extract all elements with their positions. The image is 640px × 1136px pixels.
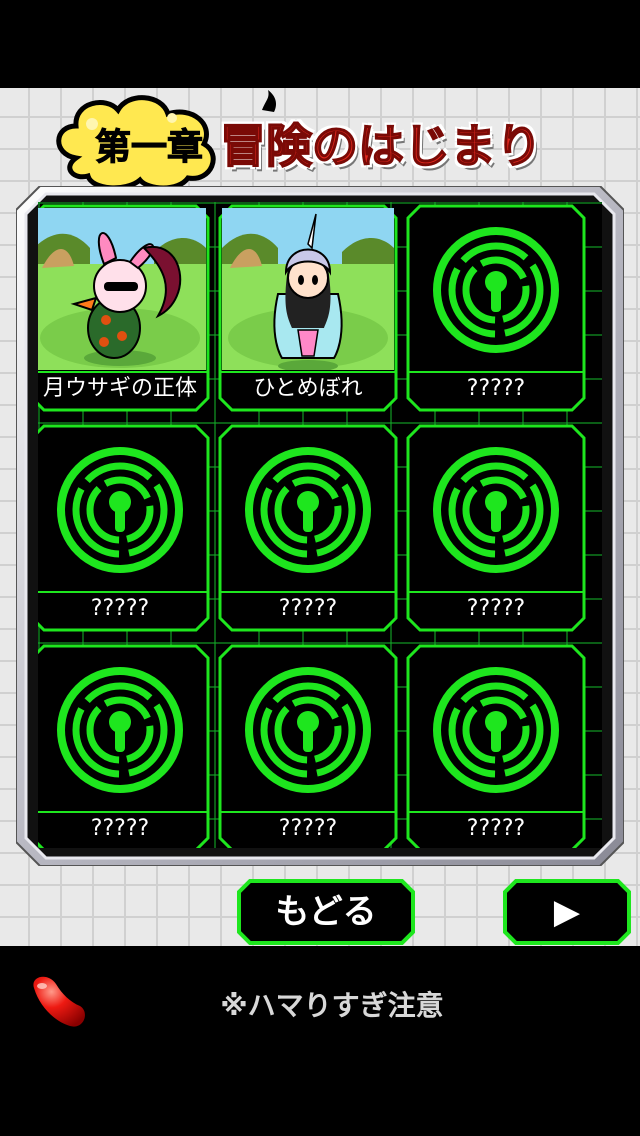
back-button[interactable]: もどる	[236, 878, 416, 946]
episode-card[interactable]: ひとめぼれ	[218, 204, 398, 412]
episode-title: ?????	[466, 816, 526, 841]
episode-title: ?????	[466, 596, 526, 621]
footer-bar	[0, 946, 640, 1136]
locked-episode-card[interactable]: ?????	[218, 644, 398, 848]
lock-icon	[244, 666, 372, 794]
episode-title: ?????	[278, 816, 338, 841]
back-button-label: もどる	[275, 892, 377, 932]
episode-title: ?????	[466, 376, 526, 401]
lock-icon	[56, 666, 184, 794]
episode-title: 月ウサギの正体	[42, 376, 197, 401]
play-arrow-icon: ▶	[553, 892, 581, 932]
chapter-label: 第一章	[94, 127, 203, 169]
lock-icon	[432, 226, 560, 354]
episode-title: ?????	[90, 596, 150, 621]
character-hero-girl-thumbnail	[222, 208, 394, 370]
locked-episode-card[interactable]: ?????	[38, 644, 210, 848]
next-button[interactable]: ▶	[502, 878, 632, 946]
locked-episode-card[interactable]: ?????	[406, 644, 586, 848]
lock-icon	[244, 446, 372, 574]
lock-icon	[432, 666, 560, 794]
episode-title: ひとめぼれ	[253, 376, 363, 401]
warning-text: ※ハマりすぎ注意	[220, 989, 444, 1022]
locked-episode-card[interactable]: ?????	[406, 424, 586, 632]
locked-episode-card[interactable]: ?????	[406, 204, 586, 412]
episode-card[interactable]: 月ウサギの正体	[38, 204, 210, 412]
episode-panel: 月ウサギの正体 ひとめぼれ????????????????????????????…	[16, 186, 624, 866]
lock-icon	[432, 446, 560, 574]
chapter-title: 冒険のはじまり	[219, 118, 543, 174]
lock-icon	[56, 446, 184, 574]
character-rabbit-villain-thumbnail	[38, 208, 206, 370]
episode-title: ?????	[278, 596, 338, 621]
top-black-bar	[0, 0, 640, 88]
locked-episode-card[interactable]: ?????	[218, 424, 398, 632]
episode-title: ?????	[90, 816, 150, 841]
chapter-header: 第一章 冒険のはじまり	[52, 88, 572, 191]
locked-episode-card[interactable]: ?????	[38, 424, 210, 632]
episode-grid: 月ウサギの正体 ひとめぼれ????????????????????????????…	[38, 202, 602, 848]
